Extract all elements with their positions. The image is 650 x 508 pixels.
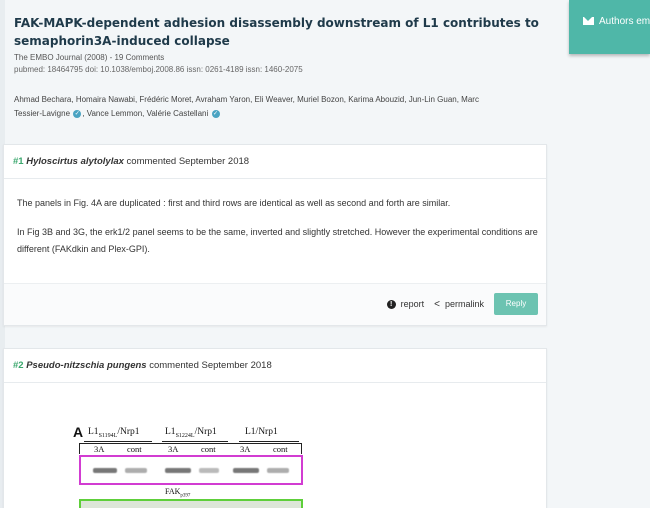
paper-header: FAK-MAPK-dependent adhesion disassembly … [14,14,549,74]
comment-author[interactable]: Hyloscirtus alytolylax [26,156,124,167]
blot-label: FAKp397 [165,487,191,499]
construct-label: L1/Nrp1 [245,427,278,437]
blot-band [125,468,147,473]
blot-highlight-green [79,499,303,508]
paper-title[interactable]: FAK-MAPK-dependent adhesion disassembly … [14,14,549,50]
comment-paragraph: In Fig 3B and 3G, the erk1/2 panel seems… [17,227,538,254]
authors-email-label: Authors em [599,16,650,27]
comment-meta: commented September 2018 [149,360,272,371]
paper-title-line2: semaphorin3A-induced collapse [14,34,230,48]
blot-band [199,468,219,473]
blot-highlight-magenta [79,455,303,485]
comment-actions: ! report < permalink Reply [386,293,538,315]
authors-rest[interactable]: , Vance Lemmon, Valérie Castellani [82,109,208,118]
comment-figure[interactable]: A L1S1194L/Nrp1 L1S1224L/Nrp1 L1/Nrp1 3A… [70,424,315,508]
alert-icon: ! [386,299,396,309]
paper-identifiers: pubmed: 18464795 doi: 10.1038/emboj.2008… [14,65,303,74]
authors-email-tab[interactable]: Authors em [569,0,650,54]
authors-line1: Ahmad Bechara, Homaira Nawabi, Frédéric … [14,95,479,104]
blot-band [233,468,259,473]
report-link[interactable]: ! report [386,299,425,309]
journal-info: The EMBO Journal (2008) - 19 Comments [14,53,165,62]
permalink-link[interactable]: < permalink [434,299,484,310]
lane-label: 3A [168,444,179,454]
permalink-label: permalink [444,299,484,309]
envelope-icon [583,17,594,25]
figure-panel-letter: A [73,424,84,440]
comment-author[interactable]: Pseudo-nitzschia pungens [26,360,146,371]
lane-header-box [79,443,302,454]
paper-title-line1: FAK-MAPK-dependent adhesion disassembly … [14,16,539,30]
comment-card: #2 Pseudo-nitzschia pungens commented Se… [3,348,547,508]
lane-label: cont [273,444,288,454]
comment-footer: ! report < permalink Reply [4,283,546,325]
construct-underline [239,441,299,442]
lane-label: cont [127,444,142,454]
comment-meta: commented September 2018 [126,156,250,167]
lane-label: 3A [240,444,251,454]
construct-underline [84,441,152,442]
construct-underline [162,441,228,442]
report-label: report [400,299,425,309]
verified-check-icon: ✓ [73,109,82,118]
comment-header: #1 Hyloscirtus alytolylax commented Sept… [4,145,546,179]
lane-label: 3A [94,444,105,454]
comment-number[interactable]: #1 [13,156,24,167]
comment-header: #2 Pseudo-nitzschia pungens commented Se… [4,349,546,383]
authors-line2: Tessier-Lavigne ✓, Vance Lemmon, Valérie… [14,107,534,121]
blot-band [165,468,191,473]
comment-card: #1 Hyloscirtus alytolylax commented Sept… [3,144,547,326]
comment-number[interactable]: #2 [13,360,24,371]
share-icon: < [434,298,440,310]
author-tessier-lavigne[interactable]: Tessier-Lavigne [14,109,70,118]
blot-band [267,468,289,473]
construct-label: L1S1194L/Nrp1 [88,427,140,439]
comment-paragraph: The panels in Fig. 4A are duplicated : f… [17,198,451,208]
verified-check-icon: ✓ [211,109,220,118]
construct-label: L1S1224L/Nrp1 [165,427,217,439]
reply-button[interactable]: Reply [494,293,538,315]
author-list: Ahmad Bechara, Homaira Nawabi, Frédéric … [14,93,534,121]
lane-label: cont [201,444,216,454]
comment-body: The panels in Fig. 4A are duplicated : f… [4,179,546,258]
blot-band [93,468,117,473]
